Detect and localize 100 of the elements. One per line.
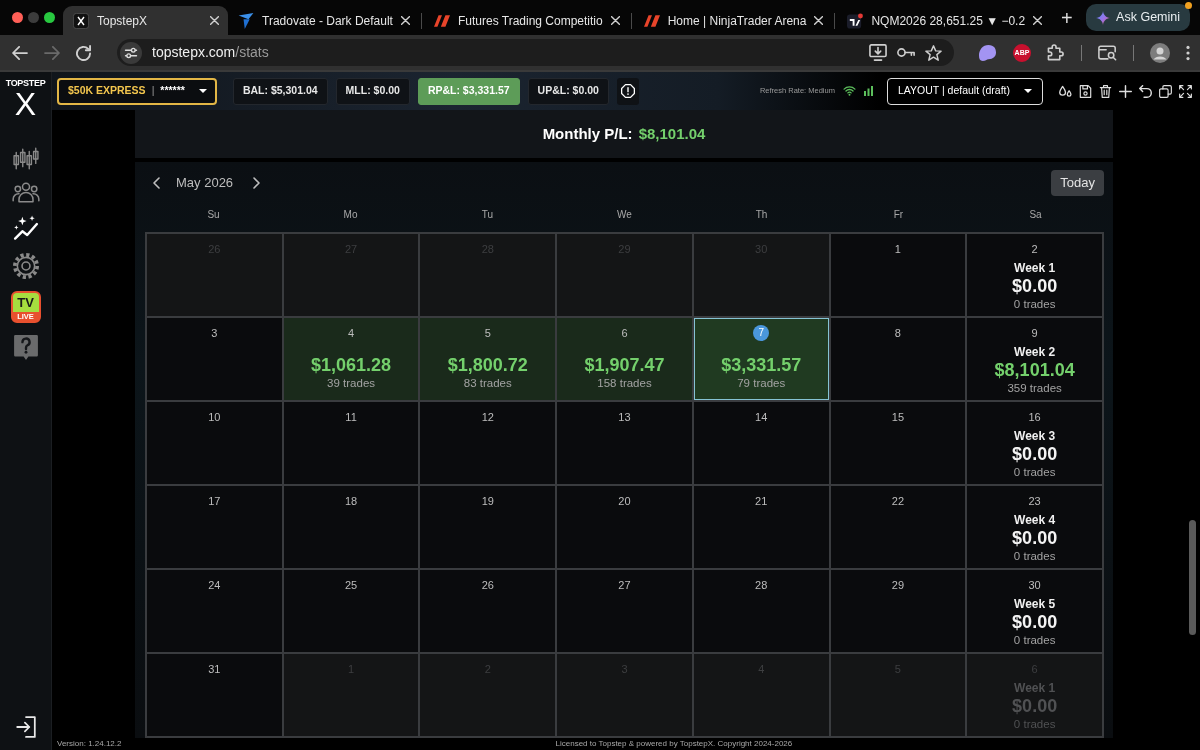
- fullscreen-icon[interactable]: [1179, 84, 1192, 98]
- week-trade-count: 0 trades: [1013, 633, 1056, 647]
- back-icon[interactable]: [12, 45, 28, 60]
- url-text[interactable]: topstepx.com/stats: [152, 42, 269, 63]
- candlestick-chart-icon[interactable]: [12, 147, 39, 170]
- day-number: 23: [1028, 494, 1041, 509]
- day-pnl: $3,331.57: [721, 354, 802, 376]
- trade-count: 79 trades: [737, 376, 786, 390]
- day-number: 21: [755, 494, 768, 509]
- day-number: 10: [208, 410, 221, 425]
- week-label: Week 4: [1014, 513, 1056, 527]
- windows-icon[interactable]: [1159, 84, 1172, 98]
- ask-assistant-button[interactable]: Ask Gemini: [1086, 4, 1190, 31]
- day-number: 2: [1031, 242, 1038, 257]
- day-number: 15: [891, 410, 905, 425]
- monthly-pl-value: $8,101.04: [638, 123, 706, 144]
- plus-icon[interactable]: [1119, 84, 1132, 98]
- copyright-notice: Licensed to Topstep & powered by TopstepX. Copyright 2024-2026: [555, 738, 793, 750]
- trade-count: 83 trades: [463, 376, 512, 390]
- weekday-label: Mo: [342, 207, 359, 222]
- day-pnl: $1,907.47: [584, 354, 665, 376]
- sparkle-chart-icon[interactable]: [12, 215, 39, 241]
- weekday-label: Su: [206, 207, 221, 222]
- signal-bars-icon: [863, 86, 873, 96]
- weekday-label: Fr: [892, 207, 905, 222]
- profile-avatar-icon[interactable]: [1150, 42, 1170, 63]
- week-total: $0.00: [1012, 695, 1058, 717]
- day-pnl: $1,061.28: [311, 354, 392, 376]
- week-trade-count: 0 trades: [1013, 297, 1056, 311]
- day-number: 16: [1028, 410, 1041, 425]
- key-icon[interactable]: [897, 48, 915, 57]
- droplets-icon[interactable]: [1059, 84, 1072, 98]
- scrollbar-thumb[interactable]: [1189, 520, 1196, 635]
- wing-logo-icon: [238, 12, 254, 29]
- chevron-right-icon[interactable]: [253, 177, 261, 189]
- close-tab-icon[interactable]: [400, 16, 410, 25]
- week-trade-count: 359 trades: [1007, 381, 1062, 395]
- weekday-label: Tu: [480, 207, 495, 222]
- close-window-icon[interactable]: [12, 12, 23, 23]
- info-button[interactable]: [616, 77, 639, 105]
- wifi-icon: [842, 86, 856, 96]
- weekday-label: Th: [754, 207, 769, 222]
- weekday-label: We: [616, 207, 633, 222]
- logo-letter: X: [14, 88, 37, 120]
- week-total: $0.00: [1012, 527, 1058, 549]
- new-tab-button[interactable]: +: [1055, 6, 1079, 29]
- logo-wordmark: TOPSTEP: [5, 78, 46, 88]
- settings-icon[interactable]: [12, 253, 39, 279]
- browser-tab[interactable]: Futures Trading Competitio: [423, 6, 629, 35]
- people-icon[interactable]: [11, 182, 40, 203]
- help-icon[interactable]: [13, 335, 38, 360]
- day-number: 18: [344, 494, 358, 509]
- close-tab-icon[interactable]: [210, 16, 219, 25]
- save-icon[interactable]: [1079, 84, 1092, 98]
- day-number: 22: [891, 494, 905, 509]
- install-app-icon[interactable]: [869, 44, 887, 61]
- sparkle-icon: [1096, 10, 1111, 25]
- extensions-icon[interactable]: [1047, 44, 1065, 61]
- site-settings-icon[interactable]: [120, 41, 142, 64]
- week-label: Week 5: [1014, 597, 1056, 611]
- day-number: 28: [755, 578, 768, 593]
- account-stat: MLL: $0.00: [335, 77, 410, 105]
- week-label: Week 3: [1014, 429, 1056, 443]
- more-menu-icon[interactable]: [1186, 44, 1190, 61]
- logout-icon[interactable]: [15, 716, 36, 738]
- address-bar[interactable]: topstepx.com/stats: [117, 39, 954, 66]
- close-tab-icon[interactable]: [1033, 16, 1043, 25]
- day-number: 31: [208, 662, 221, 677]
- close-tab-icon[interactable]: [814, 16, 824, 25]
- browser-tab[interactable]: Tradovate - Dark Default: [228, 6, 419, 35]
- today-button[interactable]: Today: [1051, 170, 1104, 196]
- reload-icon[interactable]: [76, 44, 91, 61]
- browser-tab[interactable]: TopstepX: [63, 6, 228, 35]
- trash-icon[interactable]: [1099, 84, 1112, 98]
- blob-extension-icon[interactable]: [978, 43, 997, 62]
- day-number: 13: [618, 410, 631, 425]
- day-number: 7: [753, 325, 770, 341]
- day-number: 4: [348, 326, 355, 341]
- layout-dropdown[interactable]: LAYOUT | default (draft): [886, 77, 1043, 105]
- account-dropdown[interactable]: $50K EXPRESS | ******: [57, 77, 217, 105]
- month-title: May 2026: [176, 174, 234, 193]
- undo-icon[interactable]: [1139, 84, 1152, 98]
- day-number: 6: [621, 326, 628, 341]
- zoom-window-icon[interactable]: [44, 12, 55, 23]
- day-number: 26: [481, 578, 494, 593]
- week-label: Week 1: [1014, 261, 1056, 275]
- week-total: $0.00: [1012, 275, 1058, 297]
- day-number: 17: [208, 494, 221, 509]
- week-trade-count: 0 trades: [1013, 465, 1056, 479]
- slanted-bars-logo-icon: [433, 12, 450, 29]
- chevron-left-icon[interactable]: [153, 177, 160, 189]
- slanted-bars-logo-icon: [643, 12, 660, 29]
- day-number: 19: [481, 494, 494, 509]
- close-tab-icon[interactable]: [610, 16, 620, 25]
- day-number: 27: [618, 578, 631, 593]
- browser-tab[interactable]: Home | NinjaTrader Arena: [633, 6, 833, 35]
- bookmark-star-icon[interactable]: [925, 44, 942, 61]
- weekday-label: Sa: [1028, 207, 1043, 222]
- browser-tab[interactable]: NQM2026 28,651.25 ▼ −0.2: [837, 6, 1052, 35]
- tab-search-icon[interactable]: [1098, 44, 1117, 61]
